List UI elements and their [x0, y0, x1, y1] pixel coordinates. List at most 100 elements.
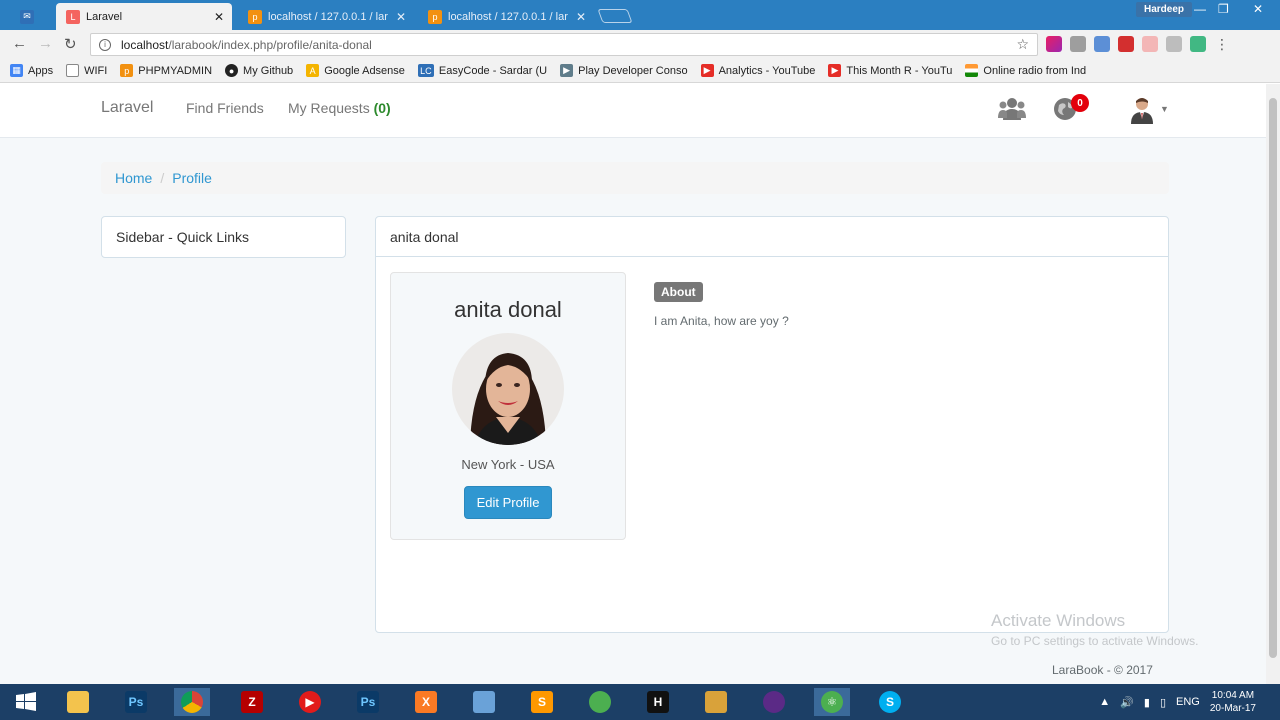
brand-link[interactable]: Laravel: [101, 99, 153, 117]
address-bar[interactable]: i localhost/larabook/index.php/profile/a…: [90, 33, 1038, 56]
clock-time: 10:04 AM: [1211, 690, 1255, 701]
cat-icon: [763, 691, 785, 713]
bookmark-label: Online radio from Ind: [983, 64, 1087, 77]
close-tab-icon[interactable]: ✕: [396, 10, 406, 24]
colorpicker-extension-icon[interactable]: [1046, 36, 1062, 52]
bookmark-label: This Month R - YouTu: [846, 64, 953, 77]
new-tab-button[interactable]: [597, 9, 633, 23]
taskbar-media-player[interactable]: ▶: [292, 688, 328, 716]
red-extension-icon[interactable]: [1118, 36, 1134, 52]
start-button[interactable]: [8, 688, 44, 716]
vue-extension-icon[interactable]: [1190, 36, 1206, 52]
about-text: I am Anita, how are yoy ?: [654, 314, 789, 328]
lc-icon: LC: [417, 64, 434, 77]
taskbar-file-explorer[interactable]: [60, 688, 96, 716]
bookmark-apps[interactable]: ▦ Apps: [10, 64, 53, 77]
bookmark-wifi[interactable]: WIFI: [66, 64, 107, 77]
profile-user-chip[interactable]: Hardeep: [1135, 2, 1192, 17]
profile-panel-title: anita donal: [376, 217, 1168, 257]
close-window-icon[interactable]: ✕: [1253, 2, 1263, 16]
back-icon[interactable]: ←: [12, 35, 27, 52]
bookmark-analytics-youtube[interactable]: ▶ Analytics - YouTube: [700, 64, 816, 77]
taskbar-pineapple-app[interactable]: [698, 688, 734, 716]
filezilla-icon: Z: [241, 691, 263, 713]
taskbar-xampp[interactable]: X: [408, 688, 444, 716]
tray-chevron-up-icon[interactable]: ▲: [1099, 696, 1110, 708]
breadcrumb-home[interactable]: Home: [115, 170, 152, 186]
bookmark-star-icon[interactable]: ☆: [1016, 36, 1029, 53]
taskbar-chrome[interactable]: [174, 688, 210, 716]
clock-date: 20-Mar-17: [1209, 703, 1256, 714]
close-tab-icon[interactable]: ✕: [214, 10, 224, 24]
bookmark-label: Analytics - YouTube: [718, 64, 816, 77]
taskbar-photoshop-2[interactable]: Ps: [350, 688, 386, 716]
breadcrumb-separator: /: [160, 170, 165, 186]
minimize-icon[interactable]: —: [1194, 2, 1206, 16]
taskbar-atom[interactable]: ⚛: [814, 688, 850, 716]
chrome-menu-icon[interactable]: ⋮: [1214, 36, 1230, 52]
close-tab-icon[interactable]: ✕: [576, 10, 586, 24]
tab-mail[interactable]: ✉: [10, 3, 54, 30]
extension-icons: ⋮: [1046, 36, 1230, 52]
profile-card: anita donal New York - USA Edit Profile: [390, 272, 626, 540]
site-footer: LaraBook - © 2017: [1052, 663, 1153, 677]
sublime-text-icon: S: [531, 691, 553, 713]
grey-extension-icon[interactable]: [1166, 36, 1182, 52]
taskbar-network-tool[interactable]: [582, 688, 618, 716]
taskbar-h-app[interactable]: H: [640, 688, 676, 716]
language-indicator[interactable]: ENG: [1176, 696, 1200, 708]
browser-titlebar: ✉ L Laravel ✕ p localhost / 127.0.0.1 / …: [0, 0, 1280, 30]
phpmyadmin-icon: p: [428, 9, 442, 24]
user-avatar[interactable]: [1130, 96, 1154, 124]
page-icon: [66, 64, 80, 77]
chevron-down-icon[interactable]: ▼: [1160, 104, 1169, 114]
bookmark-phpmyadmin[interactable]: p PHPMYADMIN: [120, 64, 212, 77]
volume-icon[interactable]: 🔊: [1120, 696, 1134, 709]
photoshop-icon: Ps: [357, 691, 379, 713]
reload-icon[interactable]: ↻: [64, 35, 77, 53]
network-signal-icon[interactable]: ▮: [1144, 696, 1150, 709]
friends-icon[interactable]: [998, 96, 1026, 122]
my-requests-link[interactable]: My Requests (0): [288, 100, 391, 116]
bookmark-label: WIFI: [84, 64, 108, 77]
page-scrollbar[interactable]: [1266, 84, 1280, 684]
taskbar-filezilla[interactable]: Z: [234, 688, 270, 716]
forward-icon[interactable]: →: [38, 35, 53, 52]
battery-icon[interactable]: ▯: [1160, 696, 1166, 709]
globe-arrow-icon: [589, 691, 611, 713]
bookmark-online-radio[interactable]: Online radio from Ind: [965, 64, 1086, 77]
person-extension-icon[interactable]: [1094, 36, 1110, 52]
tab-phpmyadmin-1[interactable]: p localhost / 127.0.0.1 / lar ✕: [238, 3, 414, 30]
bookmark-easycode[interactable]: LC EasyCode - Sardar (U: [417, 64, 547, 77]
bookmark-adsense[interactable]: A Google Adsense: [306, 64, 405, 77]
taskbar-photoshop-1[interactable]: Ps: [118, 688, 154, 716]
taskbar-virtualbox[interactable]: [466, 688, 502, 716]
bookmark-play-console[interactable]: ▶ Play Developer Conso: [560, 64, 688, 77]
india-flag-icon: [965, 64, 979, 77]
bookmark-github[interactable]: ● My Github: [225, 64, 293, 77]
play-icon: ▶: [560, 64, 574, 77]
github-icon: ●: [225, 64, 239, 77]
restore-icon[interactable]: ❐: [1218, 2, 1229, 16]
find-friends-link[interactable]: Find Friends: [186, 100, 264, 116]
bookmark-label: PHPMYADMIN: [138, 64, 213, 77]
taskbar-skype[interactable]: S: [872, 688, 908, 716]
breadcrumb-profile[interactable]: Profile: [172, 170, 212, 186]
edit-profile-button[interactable]: Edit Profile: [463, 486, 553, 519]
phpmyadmin-icon: p: [120, 64, 134, 77]
bookmark-this-month-youtube[interactable]: ▶ This Month R - YouTu: [828, 64, 952, 77]
tab-laravel[interactable]: L Laravel ✕: [56, 3, 232, 30]
scrollbar-thumb[interactable]: [1269, 98, 1277, 658]
info-icon[interactable]: i: [99, 38, 111, 51]
h-icon: H: [647, 691, 669, 713]
taskbar-sublime[interactable]: S: [524, 688, 560, 716]
clock[interactable]: 10:04 AM 20-Mar-17: [1210, 689, 1256, 715]
browser-toolbar: ← → ↻ i localhost/larabook/index.php/pro…: [0, 30, 1280, 59]
tab-phpmyadmin-2[interactable]: p localhost / 127.0.0.1 / lar ✕: [418, 3, 594, 30]
taskbar-purple-app[interactable]: [756, 688, 792, 716]
tools-extension-icon[interactable]: [1070, 36, 1086, 52]
pen-extension-icon[interactable]: [1142, 36, 1158, 52]
windows-logo-icon: [16, 692, 36, 711]
about-label: About: [654, 282, 703, 302]
adsense-icon: A: [306, 64, 320, 77]
